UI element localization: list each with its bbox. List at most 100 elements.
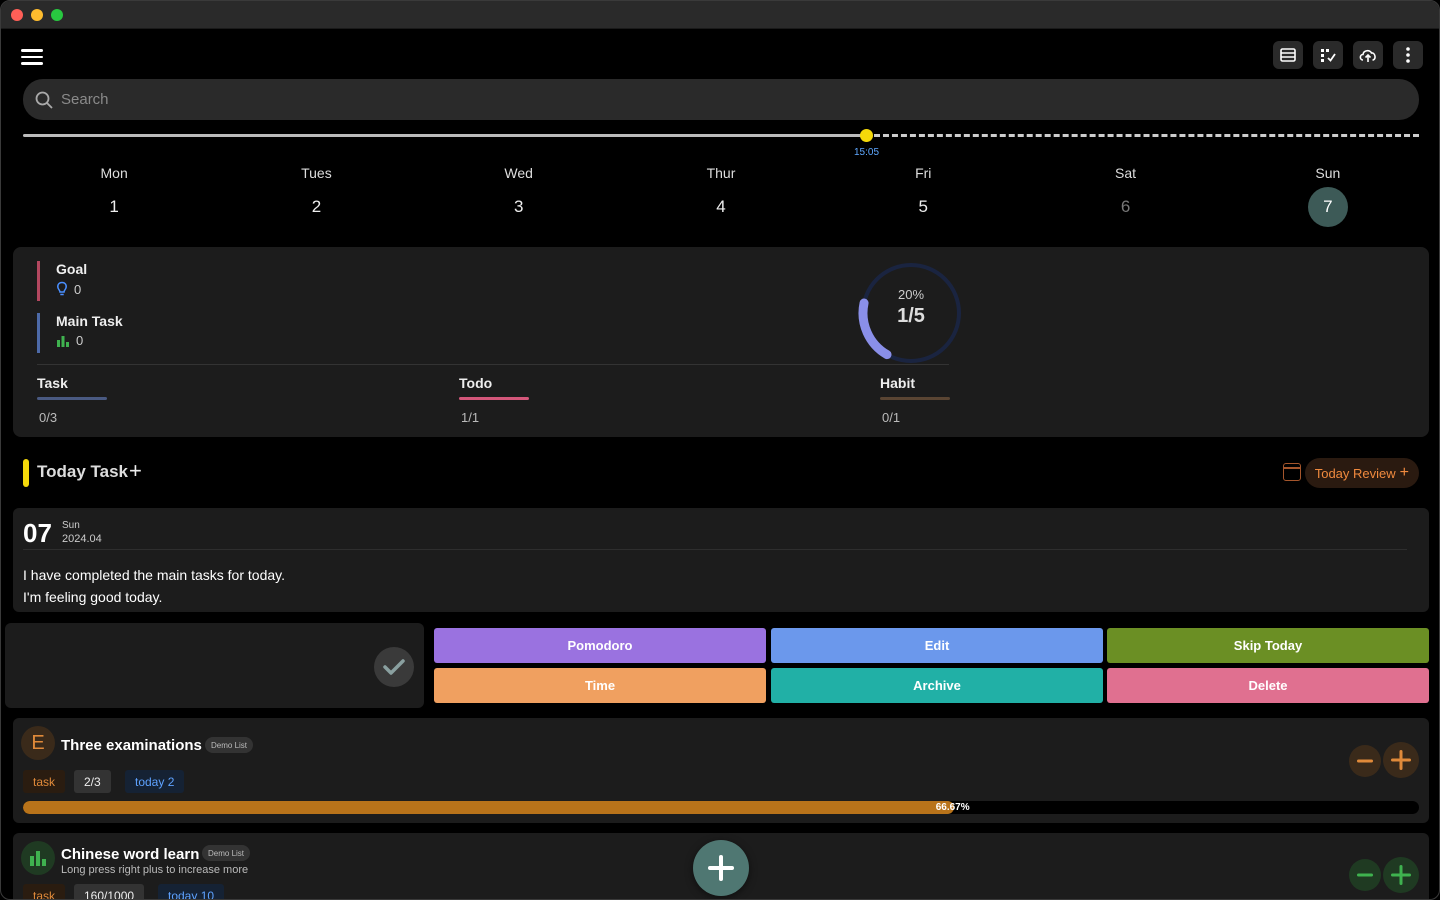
day-number: 3: [513, 197, 524, 216]
review-line-1: I have completed the main tasks for toda…: [23, 567, 285, 583]
day-number: 1: [109, 197, 119, 216]
main-task-value: 0: [76, 333, 84, 348]
today-task-title: Today Task: [37, 462, 129, 481]
goal-value: 0: [74, 281, 82, 297]
timeline-time-label: 15:05: [854, 147, 880, 158]
day-thur[interactable]: Thur 4: [620, 161, 822, 231]
task-avatar-icon: [21, 841, 55, 875]
category-todo[interactable]: Todo 1/1: [459, 375, 529, 425]
review-weekday: Sun: [62, 520, 80, 531]
close-window-button[interactable]: [11, 9, 23, 21]
increment-button[interactable]: [1383, 742, 1419, 778]
swiped-task-row[interactable]: [5, 623, 424, 708]
grid-checklist-icon[interactable]: [1313, 41, 1343, 69]
task-list-tag: Demo List: [202, 845, 251, 861]
task-count-chip: 2/3: [74, 770, 111, 793]
cloud-sync-icon[interactable]: [1353, 41, 1383, 69]
week-selector: Mon 1 Tues 2 Wed 3 Thur 4 Fri 5 Sat 6 Sun 7: [13, 161, 1429, 231]
category-task-value: 0/3: [39, 410, 58, 425]
day-fri[interactable]: Fri 5: [822, 161, 1024, 231]
increment-button[interactable]: [1383, 857, 1419, 893]
archive-button[interactable]: Archive: [771, 668, 1103, 703]
checkmark-icon: [383, 659, 405, 675]
hamburger-menu-icon[interactable]: [21, 49, 43, 67]
complete-check-button[interactable]: [374, 647, 414, 687]
completion-percent: 20%: [897, 287, 925, 302]
day-name: Tues: [301, 165, 332, 181]
task-title: Chinese word learn: [61, 846, 200, 863]
category-habit-label: Habit: [880, 375, 915, 391]
stats-panel: Goal 0 Main Task 0 20% 1/5 Task 0/3 Todo…: [13, 247, 1429, 437]
timeline-remaining: [874, 134, 1419, 137]
bar-chart-icon: [30, 851, 46, 866]
title-bar: [1, 1, 1439, 29]
category-task-label: Task: [37, 375, 68, 391]
completion-fraction: 1/5: [897, 305, 925, 327]
skip-today-button[interactable]: Skip Today: [1107, 628, 1429, 663]
review-line-2: I'm feeling good today.: [23, 589, 163, 605]
main-task-label: Main Task: [56, 313, 123, 329]
search-bar[interactable]: [23, 79, 1419, 120]
task-progress-fill: [23, 801, 954, 814]
plus-icon: [708, 855, 734, 881]
search-input[interactable]: [61, 91, 1361, 108]
time-button[interactable]: Time: [434, 668, 766, 703]
decrement-button[interactable]: [1349, 859, 1381, 891]
delete-button[interactable]: Delete: [1107, 668, 1429, 703]
decrement-button[interactable]: [1349, 745, 1381, 777]
day-wed[interactable]: Wed 3: [418, 161, 620, 231]
main-task-stat[interactable]: Main Task 0: [37, 313, 123, 353]
task-card-three-examinations[interactable]: E Three examinations Demo List task 2/3 …: [13, 718, 1429, 823]
add-today-task-icon[interactable]: +: [129, 458, 142, 484]
timeline-now-marker[interactable]: [860, 129, 873, 142]
minus-icon: [1357, 873, 1373, 877]
task-type-chip: task: [23, 884, 66, 899]
category-habit-value: 0/1: [882, 410, 901, 425]
task-title: Three examinations: [61, 737, 202, 754]
task-progress-bar: 66.67%: [23, 801, 1419, 814]
pomodoro-button[interactable]: Pomodoro: [434, 628, 766, 663]
category-habit-bar: [880, 397, 950, 400]
day-tues[interactable]: Tues 2: [215, 161, 417, 231]
day-timeline: 15:05: [23, 128, 1419, 158]
task-today-chip: today 10: [158, 884, 225, 899]
review-day: 07: [23, 518, 52, 548]
add-task-fab[interactable]: [693, 840, 749, 896]
task-count-chip: 160/1000: [74, 884, 145, 899]
day-number: 6: [1120, 197, 1131, 216]
day-sun[interactable]: Sun 7: [1227, 161, 1429, 231]
category-habit[interactable]: Habit 0/1: [880, 375, 950, 425]
search-icon: [35, 91, 53, 109]
day-sat[interactable]: Sat 6: [1024, 161, 1226, 231]
day-name: Fri: [915, 165, 932, 181]
review-divider: [23, 549, 1407, 550]
today-task-accent: [23, 459, 29, 487]
today-review-label: Today Review: [1314, 465, 1396, 481]
plus-icon: [1391, 865, 1411, 885]
timeline-elapsed: [23, 134, 866, 137]
day-mon[interactable]: Mon 1: [13, 161, 215, 231]
zoom-window-button[interactable]: [51, 9, 63, 21]
day-name: Wed: [504, 165, 533, 181]
category-task-bar: [37, 397, 107, 400]
stats-divider: [37, 364, 949, 365]
edit-button[interactable]: Edit: [771, 628, 1103, 663]
calendar-icon[interactable]: [1283, 463, 1301, 481]
bar-chart-icon: [57, 335, 69, 347]
daily-review-card[interactable]: 07 Sun 2024.04 I have completed the main…: [13, 508, 1429, 612]
task-today-chip: today 2: [125, 770, 185, 793]
day-name: Sat: [1115, 165, 1137, 181]
today-task-header: Today Task + Today Review +: [23, 457, 1419, 489]
today-review-button[interactable]: Today Review +: [1304, 458, 1419, 488]
list-view-icon[interactable]: [1273, 41, 1303, 69]
category-task[interactable]: Task 0/3: [37, 375, 107, 425]
review-plus-icon: +: [1399, 464, 1409, 481]
completion-ring: 20% 1/5: [855, 257, 967, 369]
app-window: 15:05 Mon 1 Tues 2 Wed 3 Thur 4 Fri 5 Sat 6 Sun 7 Goa…: [0, 0, 1440, 900]
day-name: Sun: [1315, 165, 1341, 181]
category-todo-bar: [459, 397, 529, 400]
minimize-window-button[interactable]: [31, 9, 43, 21]
goal-stat[interactable]: Goal 0: [37, 261, 87, 301]
day-number: 2: [311, 197, 322, 216]
more-options-icon[interactable]: [1393, 41, 1423, 69]
